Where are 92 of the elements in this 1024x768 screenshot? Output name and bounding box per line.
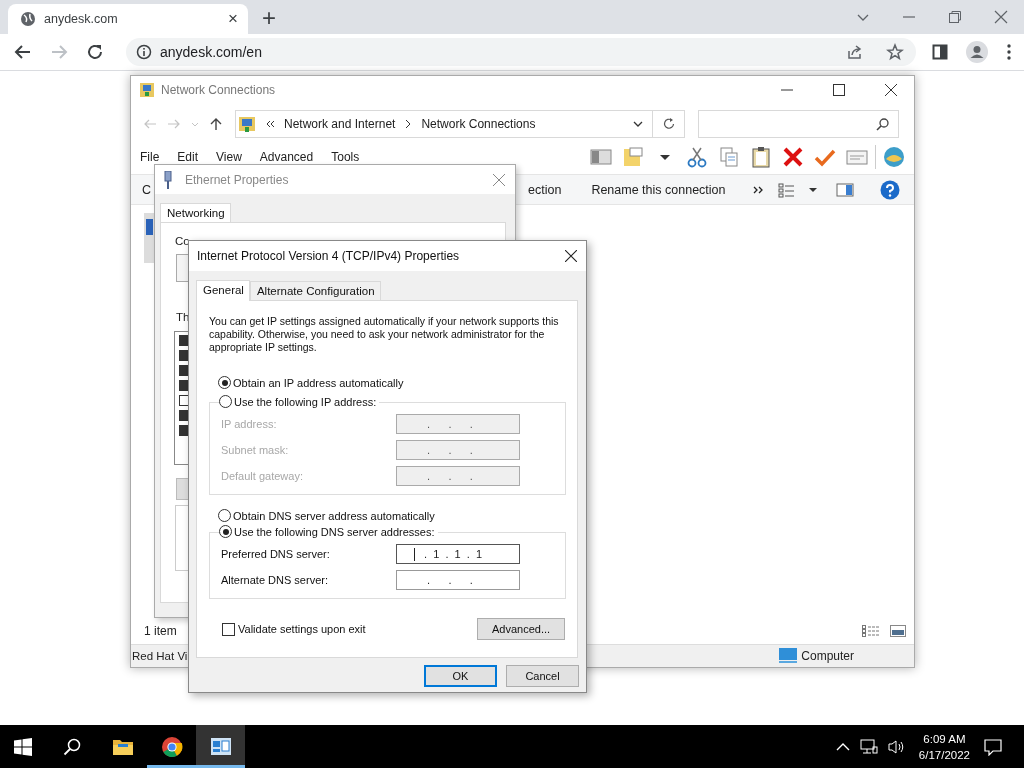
tab[interactable]: Networking	[160, 203, 231, 223]
overflow-chevron-icon	[265, 119, 275, 129]
refresh-button[interactable]	[653, 110, 685, 138]
menu-item[interactable]: View	[216, 150, 242, 164]
tab-title: anydesk.com	[44, 12, 119, 26]
chevron-right-icon	[404, 119, 413, 129]
status-text: Red Hat Vi	[132, 650, 188, 662]
window-title: Network Connections	[161, 83, 276, 97]
details-view-icon[interactable]	[862, 625, 880, 637]
ip-address-field[interactable]: . 1 . 1 . 1	[396, 544, 520, 564]
close-icon[interactable]	[885, 84, 897, 96]
close-icon[interactable]	[565, 250, 577, 262]
pane-icon[interactable]	[590, 146, 612, 168]
refresh-icon	[661, 117, 676, 131]
field-label: Default gateway:	[221, 470, 304, 482]
status-text: Computer	[801, 649, 854, 663]
radio-label[interactable]: Obtain DNS server address automatically	[233, 509, 438, 522]
tab[interactable]: General	[196, 280, 250, 301]
url-text: anydesk.com/en	[160, 44, 262, 60]
command-button[interactable]: Rename this connection	[591, 179, 726, 200]
share-icon[interactable]	[846, 43, 864, 61]
star-icon[interactable]	[886, 43, 904, 61]
radio-button[interactable]	[218, 376, 231, 389]
address-bar[interactable]: anydesk.com/en	[126, 38, 916, 66]
selected-item[interactable]	[144, 213, 154, 263]
windows-start-icon[interactable]	[14, 737, 32, 756]
adapter-icon	[144, 217, 153, 237]
item-count: 1 item	[144, 624, 177, 638]
clock-time: 6:09 AM	[923, 731, 966, 747]
field-label: Preferred DNS server:	[221, 548, 331, 560]
ip-address-field[interactable]: . . .	[396, 570, 520, 590]
menu-item[interactable]: Advanced	[259, 150, 314, 164]
preview-pane-icon[interactable]	[836, 181, 854, 198]
restore-icon[interactable]	[948, 10, 962, 24]
checkbox[interactable]	[222, 622, 235, 636]
field-label: Subnet mask:	[221, 444, 290, 456]
network-folder-icon	[139, 82, 155, 98]
scissors-icon[interactable]	[686, 146, 708, 168]
clock-date: 6/17/2022	[918, 747, 970, 763]
text-cursor	[414, 547, 415, 561]
radio-button[interactable]	[218, 509, 231, 522]
field-label: Alternate DNS server:	[221, 574, 329, 586]
globe-icon	[20, 11, 36, 27]
ok-button[interactable]: OK	[424, 665, 497, 687]
info-icon	[136, 44, 152, 60]
profile-icon[interactable]	[966, 41, 988, 63]
search-field[interactable]	[698, 110, 899, 138]
radio-button[interactable]	[219, 525, 232, 538]
delete-icon[interactable]	[782, 146, 804, 168]
chrome-icon	[160, 735, 183, 758]
back-icon[interactable]	[14, 43, 32, 61]
reload-icon[interactable]	[86, 43, 104, 61]
computer-icon	[779, 648, 798, 664]
menu-item[interactable]: Tools	[331, 150, 360, 164]
taskbar-button[interactable]	[196, 725, 245, 768]
tab[interactable]: Alternate Configuration	[249, 281, 381, 300]
network-icon[interactable]	[859, 738, 878, 755]
instruction-text: You can get IP settings assigned automatically if your network supports this capability. Otherwise, you need to ask your network administrator for the appropriate IP settings.	[209, 315, 559, 354]
radio-label[interactable]: Obtain an IP address automatically	[233, 376, 407, 389]
side-panel-icon[interactable]	[932, 44, 948, 60]
large-icons-view-icon[interactable]	[890, 625, 906, 637]
menu-icon[interactable]	[1006, 43, 1012, 61]
maximize-icon[interactable]	[833, 84, 845, 96]
search-icon	[876, 117, 890, 131]
command-button[interactable]: ection	[528, 179, 562, 200]
ethernet-cable-icon	[163, 170, 173, 189]
address-field[interactable]: Network and Internet Network Connections	[235, 110, 653, 138]
browser-tab[interactable]: anydesk.com ×	[8, 4, 248, 34]
window-title: Ethernet Properties	[185, 172, 289, 187]
view-options-icon[interactable]	[778, 181, 796, 198]
network-connections-icon	[209, 735, 232, 758]
window-title: Internet Protocol Version 4 (TCP/IPv4) Properties	[197, 249, 460, 263]
network-folder-icon	[238, 115, 256, 133]
cancel-button[interactable]: Cancel	[506, 665, 579, 687]
command-button[interactable]: C	[142, 179, 152, 200]
globe-icon[interactable]	[883, 146, 905, 168]
volume-icon[interactable]	[887, 738, 906, 755]
search-icon[interactable]	[63, 737, 81, 756]
checkbox-label[interactable]: Validate settings upon exit	[238, 623, 366, 635]
radio-button[interactable]	[219, 395, 232, 408]
menu-item[interactable]: File	[140, 150, 160, 164]
clipboard-icon[interactable]	[750, 146, 772, 168]
breadcrumb-item[interactable]: Network and Internet	[284, 117, 396, 131]
notifications-icon[interactable]	[984, 737, 1002, 756]
field-label: IP address:	[221, 418, 278, 430]
help-icon[interactable]	[880, 179, 900, 200]
breadcrumb-item[interactable]: Network Connections	[421, 117, 536, 131]
menu-item[interactable]: Edit	[177, 150, 199, 164]
new-tab-button[interactable]: +	[262, 5, 276, 31]
advanced-button[interactable]: Advanced...	[477, 618, 565, 640]
tab-close-button[interactable]: ×	[228, 9, 238, 29]
up-icon[interactable]	[209, 117, 223, 131]
